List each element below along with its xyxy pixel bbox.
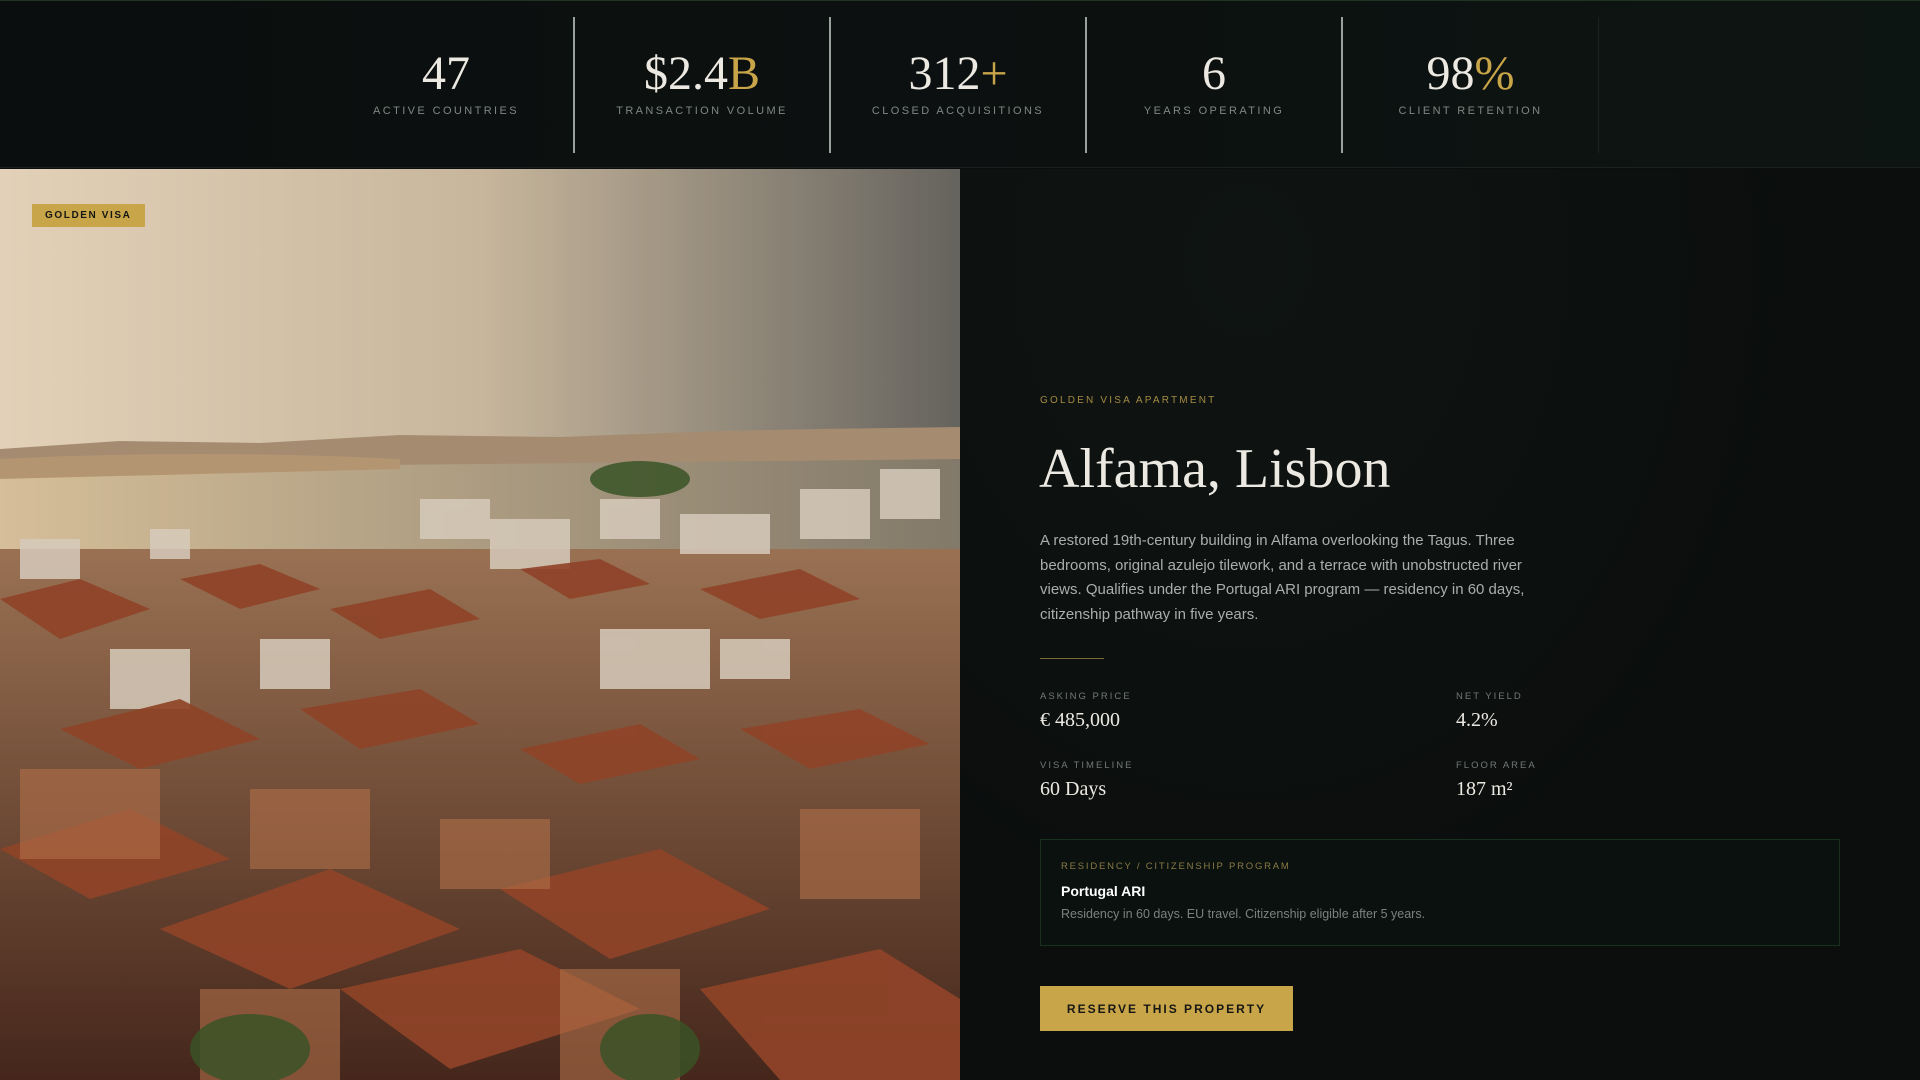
program-eyebrow: RESIDENCY / CITIZENSHIP PROGRAM	[1061, 861, 1291, 872]
stat-label: YEARS OPERATING	[1143, 105, 1285, 117]
lisbon-cityscape-illustration	[0, 169, 960, 1080]
stat-value: $2.4B	[643, 47, 760, 100]
stat-active-countries: 47 ACTIVE COUNTRIES	[319, 17, 575, 153]
stat-value: 98%	[1426, 47, 1515, 100]
stat-label: CLOSED ACQUISITIONS	[871, 105, 1045, 117]
property-photo: GOLDEN VISA	[0, 169, 960, 1080]
metric-asking-price: ASKING PRICE € 485,000	[1040, 691, 1400, 732]
stat-closed-acquisitions: 312+ CLOSED ACQUISITIONS	[831, 17, 1087, 153]
metric-value: 60 Days	[1040, 778, 1107, 800]
residency-program-card: RESIDENCY / CITIZENSHIP PROGRAM Portugal…	[1040, 839, 1840, 946]
golden-visa-badge: GOLDEN VISA	[32, 204, 145, 227]
metric-label: ASKING PRICE	[1040, 691, 1132, 702]
property-title: Alfama, Lisbon	[1039, 438, 1391, 500]
stat-client-retention: 98% CLIENT RETENTION	[1343, 17, 1599, 153]
property-category: GOLDEN VISA APARTMENT	[1040, 395, 1217, 406]
program-name: Portugal ARI	[1061, 883, 1146, 899]
metric-net-yield: NET YIELD 4.2%	[1456, 691, 1816, 732]
metric-visa-timeline: VISA TIMELINE 60 Days	[1040, 760, 1400, 801]
property-description: A restored 19th-century building in Alfa…	[1040, 532, 1525, 623]
stat-years-operating: 6 YEARS OPERATING	[1087, 17, 1343, 153]
metric-floor-area: FLOOR AREA 187 m²	[1456, 760, 1816, 801]
program-description: Residency in 60 days. EU travel. Citizen…	[1061, 907, 1426, 921]
stat-label: CLIENT RETENTION	[1398, 105, 1543, 117]
stats-bar: 47 ACTIVE COUNTRIES $2.4B TRANSACTION VO…	[0, 0, 1920, 168]
metric-label: VISA TIMELINE	[1040, 760, 1134, 771]
stat-value: 6	[1202, 47, 1226, 100]
stat-value: 47	[422, 47, 470, 100]
stat-label: TRANSACTION VOLUME	[616, 105, 788, 117]
reserve-property-button[interactable]: RESERVE THIS PROPERTY	[1040, 986, 1293, 1031]
property-detail-panel: GOLDEN VISA APARTMENT Alfama, Lisbon A r…	[960, 169, 1920, 1080]
metric-label: NET YIELD	[1456, 691, 1523, 702]
stat-label: ACTIVE COUNTRIES	[373, 105, 519, 117]
stat-value: 312+	[908, 47, 1008, 100]
divider	[1040, 658, 1104, 659]
metric-value: € 485,000	[1040, 709, 1120, 731]
metric-value: 4.2%	[1456, 709, 1498, 731]
metric-value: 187 m²	[1456, 778, 1513, 800]
stat-transaction-volume: $2.4B TRANSACTION VOLUME	[575, 17, 831, 153]
metric-label: FLOOR AREA	[1456, 760, 1537, 771]
